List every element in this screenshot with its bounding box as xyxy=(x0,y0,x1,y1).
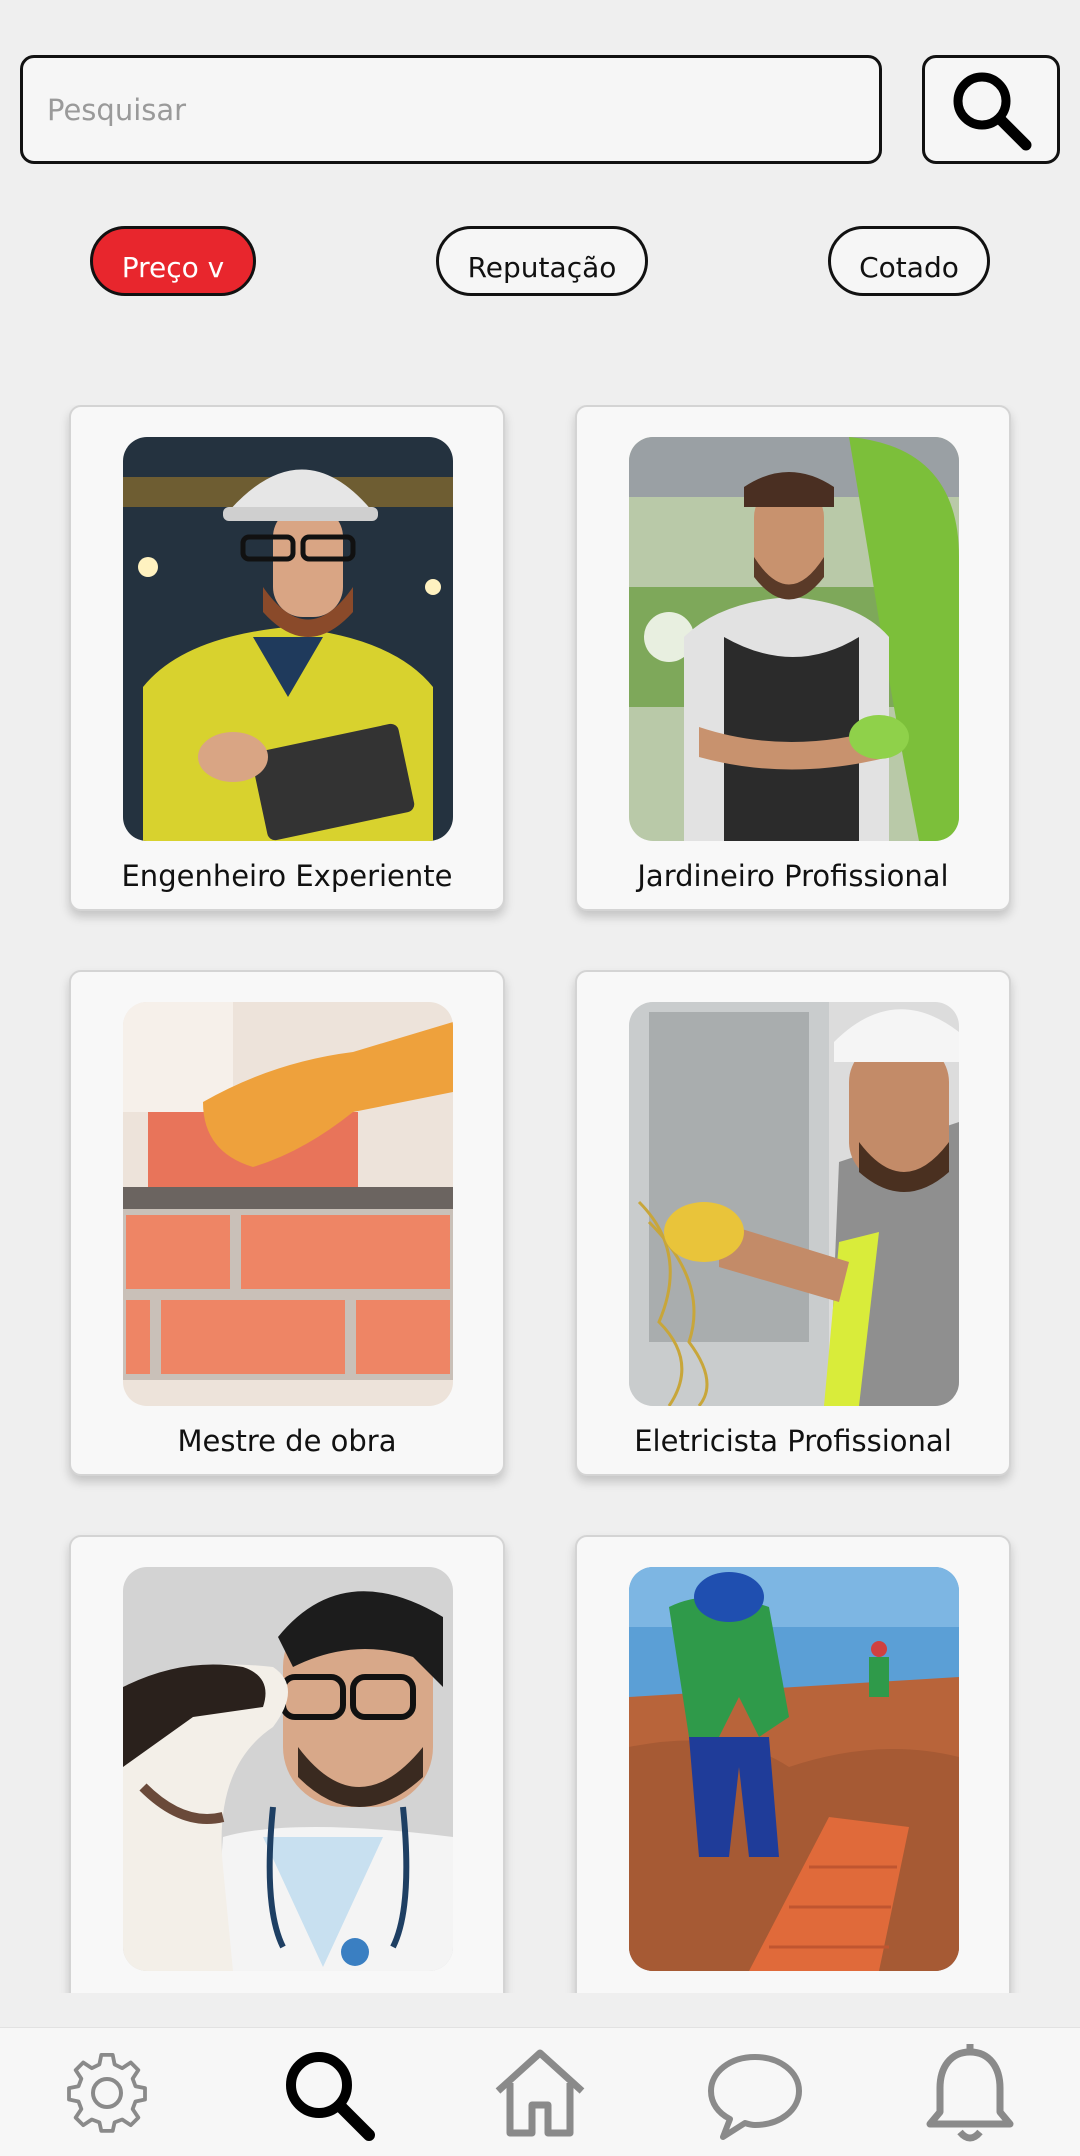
professionals-grid: Engenheiro Experiente Jardineiro Profiss… xyxy=(0,405,1080,1993)
electrician-photo xyxy=(629,1002,959,1406)
nav-settings[interactable] xyxy=(52,2038,162,2148)
professional-card-electrician[interactable]: Eletricista Profissional xyxy=(575,970,1011,1476)
bottom-navigation xyxy=(0,2027,1080,2156)
card-label: Eletricista Profissional xyxy=(634,1424,952,1458)
brick-wall-photo xyxy=(123,1002,453,1406)
filter-chip-price[interactable]: Preço v xyxy=(90,226,256,296)
gear-icon xyxy=(67,2052,147,2133)
search-button[interactable] xyxy=(922,55,1060,164)
search-icon xyxy=(953,72,1032,150)
nav-chat[interactable] xyxy=(700,2038,810,2148)
construction-worker-photo xyxy=(629,1567,959,1971)
professional-card-master-builder[interactable]: Mestre de obra xyxy=(69,970,505,1476)
filter-chip-reputation[interactable]: Reputação xyxy=(436,226,648,296)
bell-icon xyxy=(926,2044,1014,2142)
professional-card-gardener[interactable]: Jardineiro Profissional xyxy=(575,405,1011,911)
filter-chip-rated[interactable]: Cotado xyxy=(828,226,990,296)
card-label: Engenheiro Experiente xyxy=(121,859,453,893)
professional-card-veterinarian[interactable] xyxy=(69,1535,505,1993)
card-label: Jardineiro Profissional xyxy=(637,859,949,893)
gardener-photo xyxy=(629,437,959,841)
chat-icon xyxy=(708,2054,802,2140)
professional-card-construction-worker[interactable] xyxy=(575,1535,1011,1993)
nav-home[interactable] xyxy=(485,2038,595,2148)
nav-notifications[interactable] xyxy=(915,2038,1025,2148)
search-icon xyxy=(286,2052,375,2141)
search-input[interactable] xyxy=(20,55,882,164)
professional-card-engineer[interactable]: Engenheiro Experiente xyxy=(69,405,505,911)
veterinarian-photo xyxy=(123,1567,453,1971)
engineer-photo xyxy=(123,437,453,841)
nav-search[interactable] xyxy=(272,2038,382,2148)
home-icon xyxy=(495,2049,585,2137)
card-label: Mestre de obra xyxy=(177,1424,397,1458)
